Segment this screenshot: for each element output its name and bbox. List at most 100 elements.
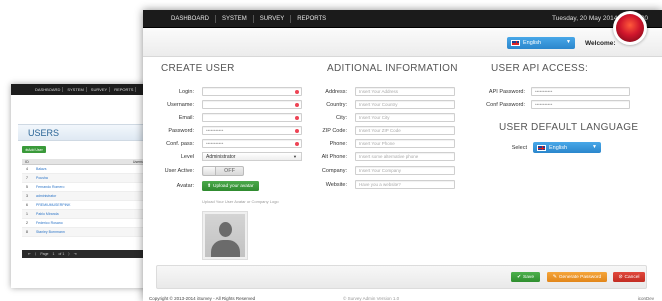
back-nav-reports[interactable]: REPORTS: [112, 87, 137, 92]
last-page-icon[interactable]: ⇥: [74, 252, 77, 256]
password-input[interactable]: •••••••••••: [202, 126, 302, 135]
chevron-down-icon: ▼: [293, 154, 297, 159]
api-password-input[interactable]: •••••••••••: [531, 87, 630, 96]
row-username-link[interactable]: Pousha: [32, 176, 161, 180]
avatar-image: [616, 14, 644, 42]
welcome-text: Welcome:: [585, 40, 616, 47]
row-id: 8: [26, 230, 28, 234]
info-input[interactable]: Insert Your Company: [355, 166, 455, 175]
toggle-knob: [204, 167, 216, 175]
input-placeholder: Insert Your Company: [359, 168, 402, 173]
info-input[interactable]: Have you a website?: [355, 180, 455, 189]
row-username-link[interactable]: Pablo Miranda: [32, 212, 161, 216]
row-username-link[interactable]: administrator: [32, 194, 161, 198]
cancel-button[interactable]: ⊘ Cancel: [613, 272, 645, 282]
table-row[interactable]: 5 Fernando Romero: [22, 183, 161, 192]
create-user-window: DASHBOARD SYSTEM SURVEY REPORTS Tuesday,…: [143, 10, 662, 301]
row-username-link[interactable]: Balazs: [32, 167, 161, 171]
row-username-link[interactable]: Stanley Bornmann: [32, 230, 161, 234]
header-bar: English ▼ Welcome:: [143, 28, 662, 57]
page-label: Page: [40, 252, 49, 256]
row-username-link[interactable]: Federico Rosano: [32, 221, 161, 225]
input-placeholder: Insert Your City: [359, 115, 390, 120]
table-row[interactable]: 6 PREMIUMUSERPINK: [22, 201, 161, 210]
info-input[interactable]: Insert some alternative phone: [355, 152, 455, 161]
input-placeholder: Have you a website?: [359, 182, 401, 187]
table-row[interactable]: 4 Balazs: [22, 165, 161, 174]
conf-pass-placeholder: •••••••••••: [206, 141, 224, 146]
language-value: English: [523, 40, 542, 46]
info-input[interactable]: Insert Your Country: [355, 100, 455, 109]
save-button[interactable]: ✔ Save: [511, 272, 540, 282]
row-id: 1: [26, 212, 28, 216]
conf-pass-label: Conf. pass:: [166, 140, 194, 147]
table-row[interactable]: 3 administrator: [22, 192, 161, 201]
users-table: ID Username 4 Balazs 7 Pousha 5 Fernando Rome…: [22, 159, 161, 237]
cancel-icon: ⊘: [618, 274, 623, 280]
upload-avatar-button[interactable]: ⬆ Upload your avatar: [202, 181, 259, 191]
page-number[interactable]: 1: [53, 252, 55, 256]
chevron-down-icon: ▼: [592, 144, 597, 150]
username-input[interactable]: [202, 100, 302, 109]
username-label: Username:: [167, 101, 194, 108]
field-label: Alt Phone:: [321, 153, 347, 160]
login-input[interactable]: [202, 87, 302, 96]
top-navigation: DASHBOARD SYSTEM SURVEY REPORTS Tuesday,…: [143, 10, 662, 28]
api-password-label: API Password:: [488, 88, 525, 95]
table-row[interactable]: 7 Pousha: [22, 174, 161, 183]
add-user-label: Add User: [28, 147, 43, 152]
back-nav-dashboard[interactable]: DASHBOARD: [33, 87, 64, 92]
back-topnav: DASHBOARD SYSTEM SURVEY REPORTS: [11, 84, 161, 95]
prev-page-icon[interactable]: ⟨: [35, 252, 36, 256]
row-username-link[interactable]: Fernando Romero: [32, 185, 161, 189]
generate-password-button[interactable]: ✎ Generate Password: [547, 272, 607, 282]
check-icon: ✔: [517, 274, 522, 280]
row-username-link[interactable]: PREMIUMUSERPINK: [32, 203, 161, 207]
info-input[interactable]: Insert Your Address: [355, 87, 455, 96]
additional-info-heading: ADITIONAL INFORMATION: [327, 63, 458, 74]
users-title-bar: USERS: [18, 124, 161, 141]
key-icon: ✎: [552, 274, 557, 280]
next-page-icon[interactable]: ⟩: [68, 252, 69, 256]
back-nav-system[interactable]: SYSTEM: [65, 87, 87, 92]
language-dropdown[interactable]: English ▼: [507, 37, 575, 49]
page-of: of 1: [58, 252, 65, 256]
table-row[interactable]: 8 Stanley Bornmann: [22, 228, 161, 237]
api-conf-password-input[interactable]: •••••••••••: [531, 100, 630, 109]
email-input[interactable]: [202, 113, 302, 122]
info-input[interactable]: Insert Your Phone: [355, 139, 455, 148]
upload-hint: Upload Your User Avatar or Company Logo: [202, 199, 279, 204]
level-label: Level: [180, 153, 194, 160]
col-id[interactable]: ID: [22, 160, 32, 164]
field-label: City:: [336, 114, 347, 121]
field-label: Phone:: [329, 140, 347, 147]
input-placeholder: Insert Your Phone: [359, 141, 395, 146]
default-language-heading: USER DEFAULT LANGUAGE: [499, 122, 639, 133]
person-silhouette-body: [211, 240, 240, 257]
conf-pass-input[interactable]: •••••••••••: [202, 139, 302, 148]
info-input[interactable]: Insert Your ZIP Code: [355, 126, 455, 135]
back-nav-survey[interactable]: SURVEY: [89, 87, 111, 92]
email-label: Email:: [178, 114, 194, 121]
login-label: Login:: [179, 88, 194, 95]
nav-dashboard[interactable]: DASHBOARD: [165, 15, 217, 23]
user-active-toggle[interactable]: OFF: [202, 166, 244, 176]
info-input[interactable]: Insert Your City: [355, 113, 455, 122]
select-language-label: Select: [511, 144, 527, 151]
add-user-button[interactable]: ⊕ Add User: [22, 146, 46, 153]
default-language-dropdown[interactable]: English ▼: [533, 142, 601, 153]
user-active-label: User Active:: [164, 168, 194, 174]
footer-brand[interactable]: iconDev: [638, 296, 654, 301]
first-page-icon[interactable]: ⇤: [28, 252, 31, 256]
nav-system[interactable]: SYSTEM: [216, 15, 254, 23]
table-row[interactable]: 2 Federico Rosano: [22, 219, 161, 228]
level-select[interactable]: Administrator ▼: [202, 152, 302, 161]
table-row[interactable]: 1 Pablo Miranda: [22, 210, 161, 219]
uk-flag-icon: [511, 40, 520, 46]
nav-reports[interactable]: REPORTS: [291, 15, 332, 23]
nav-survey[interactable]: SURVEY: [254, 15, 292, 23]
save-label: Save: [523, 274, 534, 280]
col-username[interactable]: Username: [32, 160, 161, 164]
level-value: Administrator: [206, 153, 236, 160]
field-label: Country:: [326, 101, 347, 108]
